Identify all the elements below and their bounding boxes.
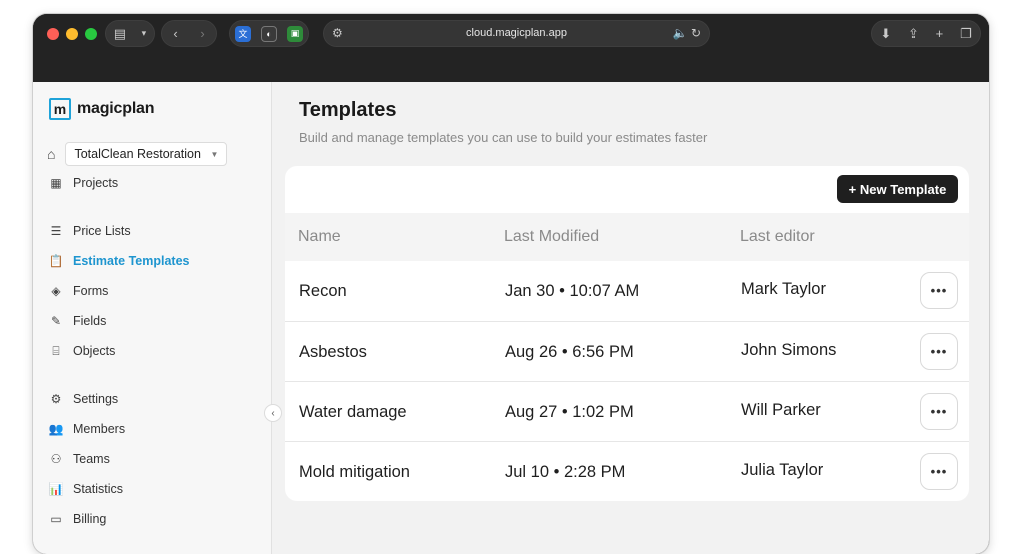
minimize-window-button[interactable] bbox=[66, 28, 78, 40]
last-modified: Jul 10 • 2:28 PM bbox=[505, 463, 626, 481]
browser-actions: ⬇ ⇪ + ❐ bbox=[871, 20, 981, 47]
forward-button[interactable]: › bbox=[200, 26, 204, 41]
template-name[interactable]: Mold mitigation bbox=[299, 463, 410, 482]
url-text: cloud.magicplan.app bbox=[466, 27, 567, 39]
sidebar-item-members[interactable]: 👥 Members bbox=[48, 421, 126, 437]
sidebar-item-label: Billing bbox=[73, 512, 107, 526]
sidebar-item-objects[interactable]: ⌸ Objects bbox=[48, 343, 115, 359]
extension-translate-icon[interactable]: 文 bbox=[235, 25, 251, 42]
extensions-group: 文 ◐ ▣ bbox=[229, 20, 309, 47]
table-row[interactable]: Recon Jan 30 • 10:07 AM Mark Taylor ••• bbox=[285, 261, 969, 321]
org-select[interactable]: TotalClean Restoration ▼ bbox=[65, 142, 228, 166]
last-modified: Aug 26 • 6:56 PM bbox=[505, 343, 634, 361]
more-actions-button[interactable]: ••• bbox=[920, 393, 958, 430]
org-select-value: TotalClean Restoration bbox=[74, 147, 201, 161]
clipboard-icon: 📋 bbox=[48, 254, 64, 268]
share-icon[interactable]: ⇪ bbox=[908, 26, 919, 42]
logo[interactable]: m magicplan bbox=[49, 98, 155, 120]
new-template-button[interactable]: + New Template bbox=[837, 175, 958, 203]
last-editor: Will Parker bbox=[741, 401, 821, 419]
card-icon: ▭ bbox=[50, 512, 62, 526]
sidebar-item-estimate-templates[interactable]: 📋 Estimate Templates bbox=[48, 253, 190, 269]
sidebar-item-label: Statistics bbox=[73, 482, 124, 496]
close-window-button[interactable] bbox=[47, 28, 59, 40]
more-actions-button[interactable]: ••• bbox=[920, 272, 958, 309]
logo-text: magicplan bbox=[77, 100, 155, 117]
template-name[interactable]: Recon bbox=[299, 282, 347, 301]
zoom-window-button[interactable] bbox=[85, 28, 97, 40]
last-editor: Julia Taylor bbox=[741, 461, 824, 479]
gear-icon: ⚙ bbox=[50, 392, 62, 406]
template-name[interactable]: Water damage bbox=[299, 403, 407, 422]
chevron-down-icon: ▾ bbox=[141, 28, 147, 38]
sidebar: m magicplan ⌂ TotalClean Restoration ▼ ▦… bbox=[33, 82, 272, 554]
back-button[interactable]: ‹ bbox=[173, 26, 177, 41]
home-icon[interactable]: ⌂ bbox=[47, 146, 55, 162]
column-header-last-editor[interactable]: Last editor bbox=[740, 228, 815, 246]
last-modified: Aug 27 • 1:02 PM bbox=[505, 403, 634, 421]
table-row[interactable]: Asbestos Aug 26 • 6:56 PM John Simons ••… bbox=[285, 321, 969, 381]
page-subtitle: Build and manage templates you can use t… bbox=[299, 130, 708, 145]
sidebar-item-label: Objects bbox=[73, 344, 116, 358]
sidebar-item-label: Members bbox=[73, 422, 126, 436]
address-bar[interactable]: ⚙ cloud.magicplan.app 🔈 ↻ bbox=[323, 20, 710, 47]
table-row[interactable]: Mold mitigation Jul 10 • 2:28 PM Julia T… bbox=[285, 441, 969, 501]
sidebar-item-label: Forms bbox=[73, 284, 109, 298]
templates-card: + New Template Name Last Modified Last e… bbox=[285, 166, 969, 501]
main-content: Templates Build and manage templates you… bbox=[273, 82, 989, 554]
download-icon[interactable]: ⬇ bbox=[880, 26, 891, 42]
extension-password-icon[interactable]: ◐ bbox=[261, 25, 277, 42]
last-editor: Mark Taylor bbox=[741, 280, 826, 298]
members-icon: 👥 bbox=[48, 422, 64, 436]
chart-icon: 📊 bbox=[48, 482, 64, 496]
logo-mark: m bbox=[49, 98, 71, 120]
sidebar-item-label: Estimate Templates bbox=[73, 254, 190, 268]
sidebar-toggle-icon: ▤ bbox=[113, 25, 127, 41]
cube-icon: ◈ bbox=[51, 284, 61, 298]
extension-sheet-icon[interactable]: ▣ bbox=[287, 25, 303, 42]
browser-toolbar: ▤ ▾ ‹ › 文 ◐ ▣ ⚙ cloud.magicplan.app 🔈 ↻ … bbox=[33, 14, 989, 82]
sidebar-item-label: Settings bbox=[73, 392, 119, 406]
new-tab-icon[interactable]: + bbox=[936, 26, 944, 41]
page-title: Templates bbox=[299, 99, 397, 121]
template-name[interactable]: Asbestos bbox=[299, 343, 367, 362]
edit-icon: ✎ bbox=[50, 314, 62, 328]
more-actions-button[interactable]: ••• bbox=[920, 453, 958, 490]
chevron-down-icon: ▼ bbox=[210, 150, 219, 159]
object-icon: ⌸ bbox=[52, 343, 60, 358]
audio-icon[interactable]: 🔈 bbox=[673, 26, 688, 40]
table-row[interactable]: Water damage Aug 27 • 1:02 PM Will Parke… bbox=[285, 381, 969, 441]
sidebar-item-label: Teams bbox=[73, 452, 110, 466]
column-header-name[interactable]: Name bbox=[298, 228, 341, 246]
last-editor: John Simons bbox=[741, 341, 837, 359]
sidebar-item-fields[interactable]: ✎ Fields bbox=[48, 313, 106, 329]
browser-window: ▤ ▾ ‹ › 文 ◐ ▣ ⚙ cloud.magicplan.app 🔈 ↻ … bbox=[33, 14, 989, 554]
sidebar-item-forms[interactable]: ◈ Forms bbox=[48, 283, 108, 299]
last-modified: Jan 30 • 10:07 AM bbox=[505, 282, 640, 300]
sidebar-toggle-button[interactable]: ▤ ▾ bbox=[105, 20, 155, 47]
sidebar-item-projects[interactable]: ▦ Projects bbox=[48, 175, 118, 191]
sidebar-item-settings[interactable]: ⚙ Settings bbox=[48, 391, 119, 407]
history-nav: ‹ › bbox=[161, 20, 217, 47]
reload-icon[interactable]: ↻ bbox=[691, 26, 701, 40]
column-header-last-modified[interactable]: Last Modified bbox=[504, 228, 599, 246]
sidebar-item-label: Projects bbox=[73, 176, 119, 190]
teams-icon: ⚇ bbox=[50, 452, 62, 466]
sidebar-item-label: Price Lists bbox=[73, 224, 131, 238]
sidebar-item-label: Fields bbox=[73, 314, 107, 328]
app-content: m magicplan ⌂ TotalClean Restoration ▼ ▦… bbox=[33, 82, 989, 554]
sidebar-item-teams[interactable]: ⚇ Teams bbox=[48, 451, 110, 467]
table-header: Name Last Modified Last editor bbox=[285, 213, 969, 261]
sidebar-item-billing[interactable]: ▭ Billing bbox=[48, 511, 106, 527]
sidebar-item-statistics[interactable]: 📊 Statistics bbox=[48, 481, 124, 497]
grid-icon: ▦ bbox=[50, 176, 62, 190]
sidebar-item-price-lists[interactable]: ☰ Price Lists bbox=[48, 223, 131, 239]
org-switcher-row: ⌂ TotalClean Restoration ▼ bbox=[47, 142, 228, 166]
more-actions-button[interactable]: ••• bbox=[920, 333, 958, 370]
tab-overview-icon[interactable]: ❐ bbox=[960, 26, 972, 42]
list-icon: ☰ bbox=[50, 224, 62, 238]
